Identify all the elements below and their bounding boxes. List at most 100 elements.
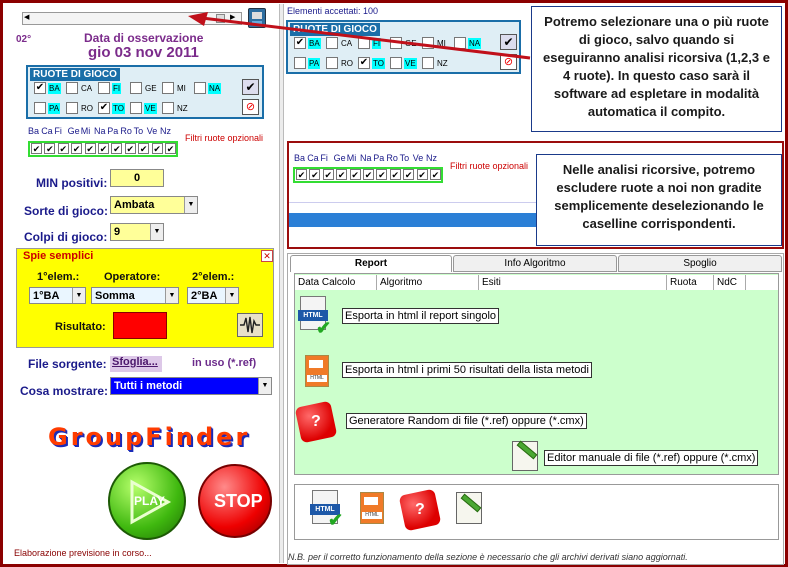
filter-header-label: Ge [67,126,80,136]
checkbox[interactable]: ✔ [34,82,46,95]
ruota-label: MI [177,84,186,93]
filter-checkbox-ge[interactable]: ✔ [71,143,83,154]
filter-checkbox-pa[interactable]: ✔ [376,169,388,180]
col-ndc[interactable]: NdC [714,275,746,290]
stop-button[interactable]: STOP [198,464,272,538]
play-button[interactable]: PLAY [108,462,186,540]
manual-editor-button[interactable]: Editor manuale di file (*.ref) oppure (*… [544,450,759,466]
checkbox[interactable]: ✔ [98,102,110,115]
file-status: in uso (*.ref) [192,357,257,369]
filter-checkbox-ve[interactable]: ✔ [151,143,163,154]
waveform-icon[interactable] [237,313,263,337]
chevron-down-icon[interactable]: ▼ [165,288,178,303]
chevron-down-icon[interactable]: ▼ [184,197,197,213]
checkbox[interactable] [130,82,142,95]
html-export-icon[interactable]: HTML ✔ [298,296,334,338]
ruota-ve[interactable]: VE [130,102,157,115]
filter-checkbox-nz[interactable]: ✔ [165,143,176,154]
sorte-select[interactable]: Ambata ▼ [110,196,198,214]
filter-checkbox-ca[interactable]: ✔ [309,169,321,180]
filter-checkbox-pa[interactable]: ✔ [111,143,123,154]
elem1-label: 1°elem.: [37,271,80,283]
ruota-label: NA [208,83,222,94]
col-data-calcolo[interactable]: Data Calcolo [295,275,377,290]
html-export-icon[interactable]: HTML ✔ [310,490,346,530]
filter-checkbox-fi[interactable]: ✔ [57,143,69,154]
filter-checkbox-ro[interactable]: ✔ [124,143,136,154]
chevron-down-icon[interactable]: ▼ [225,288,238,303]
elem2-label: 2°elem.: [192,271,235,283]
spie-panel: Spie semplici ✕ 1°elem.: Operatore: 2°el… [16,248,274,348]
filter-checkbox-to[interactable]: ✔ [403,169,415,180]
checkbox[interactable] [162,102,174,115]
ruota-nz[interactable]: NZ [162,102,189,115]
editor-icon[interactable] [508,440,542,473]
filter-checkbox-ro[interactable]: ✔ [389,169,401,180]
elem1-value: 1°BA [33,290,60,302]
colpi-select[interactable]: 9 ▼ [110,223,164,241]
confirm-check-icon[interactable]: ✔ [242,79,259,95]
close-icon[interactable]: ✕ [261,250,273,262]
min-positivi-label: MIN positivi: [36,176,108,190]
filter-checkbox-ca[interactable]: ✔ [44,143,56,154]
ruota-ba[interactable]: ✔ BA [34,82,61,95]
checkbox[interactable] [66,102,78,115]
ruota-mi[interactable]: MI [162,82,187,95]
tab-info-algoritmo[interactable]: Info Algoritmo [453,255,617,272]
filter-checkbox-na[interactable]: ✔ [363,169,374,180]
min-positivi-input[interactable]: 0 [110,169,164,187]
export-single-button[interactable]: Esporta in html il report singolo [342,308,500,324]
checkbox[interactable] [66,82,78,95]
ruota-label: NZ [177,104,188,113]
ruota-pa[interactable]: PA [34,102,61,115]
filter-checkbox-mi[interactable]: ✔ [84,143,96,154]
cancel-icon[interactable]: ⊘ [242,99,259,115]
checkbox[interactable] [162,82,174,95]
random-generator-button[interactable]: Generatore Random di file (*.ref) oppure… [346,413,587,429]
chevron-down-icon[interactable]: ▼ [150,224,163,240]
ruota-to[interactable]: ✔ TO [98,102,125,115]
filter-header-label: To [399,153,410,163]
elem2-select[interactable]: 2°BA ▼ [187,287,239,304]
random-dice-icon[interactable]: ? [398,488,444,534]
operatore-select[interactable]: Somma ▼ [91,287,179,304]
elem1-select[interactable]: 1°BA ▼ [29,287,86,304]
progress-fill [289,213,536,227]
random-dice-icon[interactable]: ? [294,400,340,446]
col-ruota[interactable]: Ruota [667,275,714,290]
filter-checkbox-mi[interactable]: ✔ [349,169,361,180]
scroll-left-icon[interactable]: ◀ [24,13,29,21]
export-list-button[interactable]: Esporta in html i primi 50 risultati del… [342,362,592,378]
chevron-down-icon[interactable]: ▼ [258,378,271,394]
filter-checkbox-fi[interactable]: ✔ [322,169,334,180]
colpi-label: Colpi di gioco: [24,230,108,244]
filter-checkbox-na[interactable]: ✔ [98,143,109,154]
checkbox[interactable] [98,82,110,95]
filter-checkbox-ba[interactable]: ✔ [31,143,42,154]
checkbox[interactable] [34,102,46,115]
ruota-ro[interactable]: RO [66,102,94,115]
html-list-icon[interactable]: HTML [303,355,333,391]
filter-checkbox-nz[interactable]: ✔ [430,169,441,180]
col-algoritmo[interactable]: Algoritmo [377,275,479,290]
colpi-value: 9 [114,226,121,238]
tab-report[interactable]: Report [290,255,452,272]
filter-checkbox-ge[interactable]: ✔ [336,169,348,180]
html-list-icon[interactable]: HTML [358,492,388,528]
filter-checkbox-ve[interactable]: ✔ [416,169,428,180]
ruota-ge[interactable]: GE [130,82,158,95]
browse-button[interactable]: Sfoglia... [110,356,162,372]
ruota-fi[interactable]: FI [98,82,122,95]
checkbox[interactable] [130,102,142,115]
ruota-na[interactable]: NA [194,82,222,95]
filter-checkbox-ba[interactable]: ✔ [296,169,307,180]
tab-spoglio[interactable]: Spoglio [618,255,782,272]
filter-checkbox-to[interactable]: ✔ [138,143,150,154]
checkbox[interactable] [194,82,206,95]
col-esiti[interactable]: Esiti [479,275,667,290]
editor-icon[interactable] [452,492,486,526]
cosa-select[interactable]: Tutti i metodi ▼ [110,377,272,395]
risultato-field [113,312,167,339]
ruota-ca[interactable]: CA [66,82,93,95]
chevron-down-icon[interactable]: ▼ [72,288,85,303]
